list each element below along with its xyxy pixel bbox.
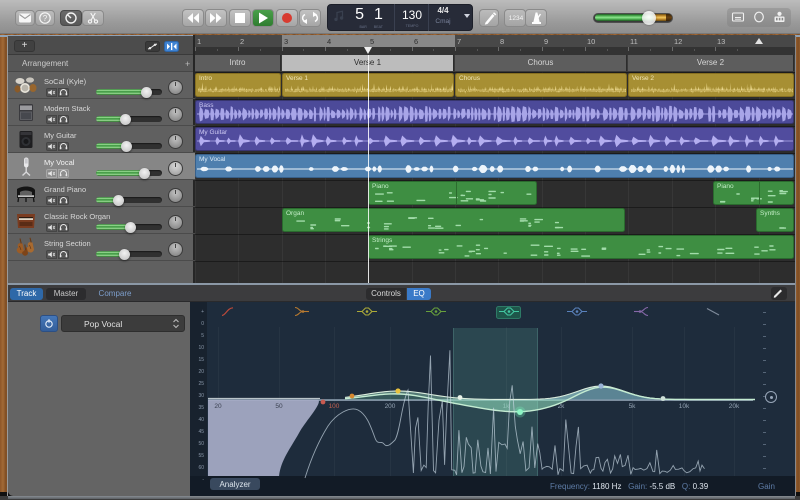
svg-text:?: ? [43,14,48,23]
